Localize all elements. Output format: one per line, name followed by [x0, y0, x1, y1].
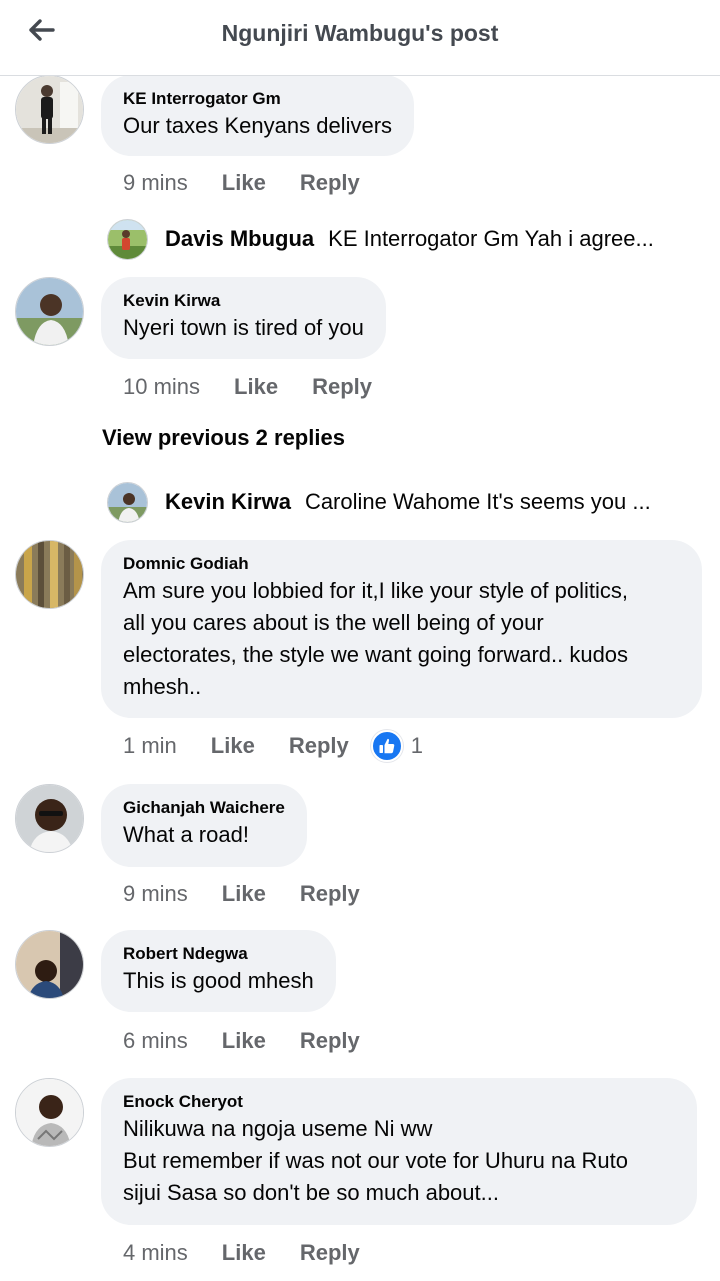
comment-actions: 10 mins Like Reply — [123, 372, 406, 402]
like-button[interactable]: Like — [211, 733, 255, 759]
reply-author[interactable]: Davis Mbugua — [165, 226, 314, 252]
top-bar: Ngunjiri Wambugu's post — [0, 0, 720, 76]
like-button[interactable]: Like — [222, 170, 266, 196]
reply-preview[interactable]: Kevin Kirwa Caroline Wahome It's seems y… — [107, 480, 697, 524]
comment-author[interactable]: Domnic Godiah — [123, 553, 680, 575]
reply-text: KE Interrogator Gm Yah i agree... — [328, 226, 654, 251]
reaction-count: 1 — [410, 733, 423, 758]
comment-actions: 1 min Like Reply 1 — [123, 730, 423, 762]
page-title: Ngunjiri Wambugu's post — [221, 20, 499, 46]
reply-button[interactable]: Reply — [312, 374, 372, 400]
comment-actions: 4 mins Like Reply — [123, 1238, 394, 1268]
reply-button[interactable]: Reply — [300, 1240, 360, 1266]
avatar[interactable] — [15, 1078, 84, 1147]
comment-bubble[interactable]: Kevin Kirwa Nyeri town is tired of you — [101, 277, 386, 359]
reply-button[interactable]: Reply — [289, 733, 349, 759]
avatar[interactable] — [15, 930, 84, 999]
comment-text: Am sure you lobbied for it,I like your s… — [123, 578, 629, 699]
comment-bubble[interactable]: Domnic Godiah Am sure you lobbied for it… — [101, 540, 702, 718]
comment-text: What a road! — [123, 822, 249, 847]
reply-preview[interactable]: Davis Mbugua KE Interrogator Gm Yah i ag… — [107, 217, 697, 261]
comment-author[interactable]: KE Interrogator Gm — [123, 88, 392, 110]
comment-time: 9 mins — [123, 881, 188, 906]
comment-time: 4 mins — [123, 1240, 188, 1265]
like-icon — [370, 730, 403, 762]
reply-author[interactable]: Kevin Kirwa — [165, 489, 291, 515]
avatar[interactable] — [15, 277, 84, 346]
comment-text: This is good mhesh — [123, 968, 314, 993]
comment-time: 10 mins — [123, 374, 201, 399]
comment-actions: 6 mins Like Reply — [123, 1026, 394, 1056]
comment-bubble[interactable]: Gichanjah Waichere What a road! — [101, 784, 307, 867]
comment-text: Nyeri town is tired of you — [123, 315, 364, 340]
comment-bubble[interactable]: Enock Cheryot Nilikuwa na ngoja useme Ni… — [101, 1078, 697, 1225]
comment-text: Our taxes Kenyans delivers — [123, 113, 393, 138]
avatar — [107, 218, 148, 260]
like-button[interactable]: Like — [222, 1240, 266, 1266]
like-button[interactable]: Like — [222, 1028, 266, 1054]
reply-button[interactable]: Reply — [300, 170, 360, 196]
comment-time: 9 mins — [123, 170, 188, 195]
reply-button[interactable]: Reply — [300, 1028, 360, 1054]
comment-bubble[interactable]: KE Interrogator Gm Our taxes Kenyans del… — [101, 75, 415, 156]
comment-author[interactable]: Enock Cheryot — [123, 1091, 675, 1113]
avatar[interactable] — [15, 75, 84, 144]
like-button[interactable]: Like — [222, 881, 266, 907]
reply-text: Caroline Wahome It's seems you ... — [304, 489, 651, 514]
avatar — [107, 481, 148, 523]
comment-time: 1 min — [123, 733, 177, 758]
comment-author[interactable]: Gichanjah Waichere — [123, 797, 285, 819]
view-previous-replies-link[interactable]: View previous 2 replies — [102, 425, 345, 451]
comment-author[interactable]: Kevin Kirwa — [123, 290, 364, 312]
avatar[interactable] — [15, 784, 84, 853]
comment-time: 6 mins — [123, 1028, 188, 1053]
comment-text: Nilikuwa na ngoja useme Ni ww But rememb… — [123, 1116, 629, 1205]
reply-button[interactable]: Reply — [300, 881, 360, 907]
reaction-summary[interactable]: 1 — [370, 730, 423, 762]
like-button[interactable]: Like — [234, 374, 278, 400]
comment-author[interactable]: Robert Ndegwa — [123, 943, 314, 965]
comment-bubble[interactable]: Robert Ndegwa This is good mhesh — [101, 930, 336, 1012]
comment-actions: 9 mins Like Reply — [123, 168, 394, 198]
avatar[interactable] — [15, 540, 84, 609]
comment-actions: 9 mins Like Reply — [123, 879, 394, 909]
